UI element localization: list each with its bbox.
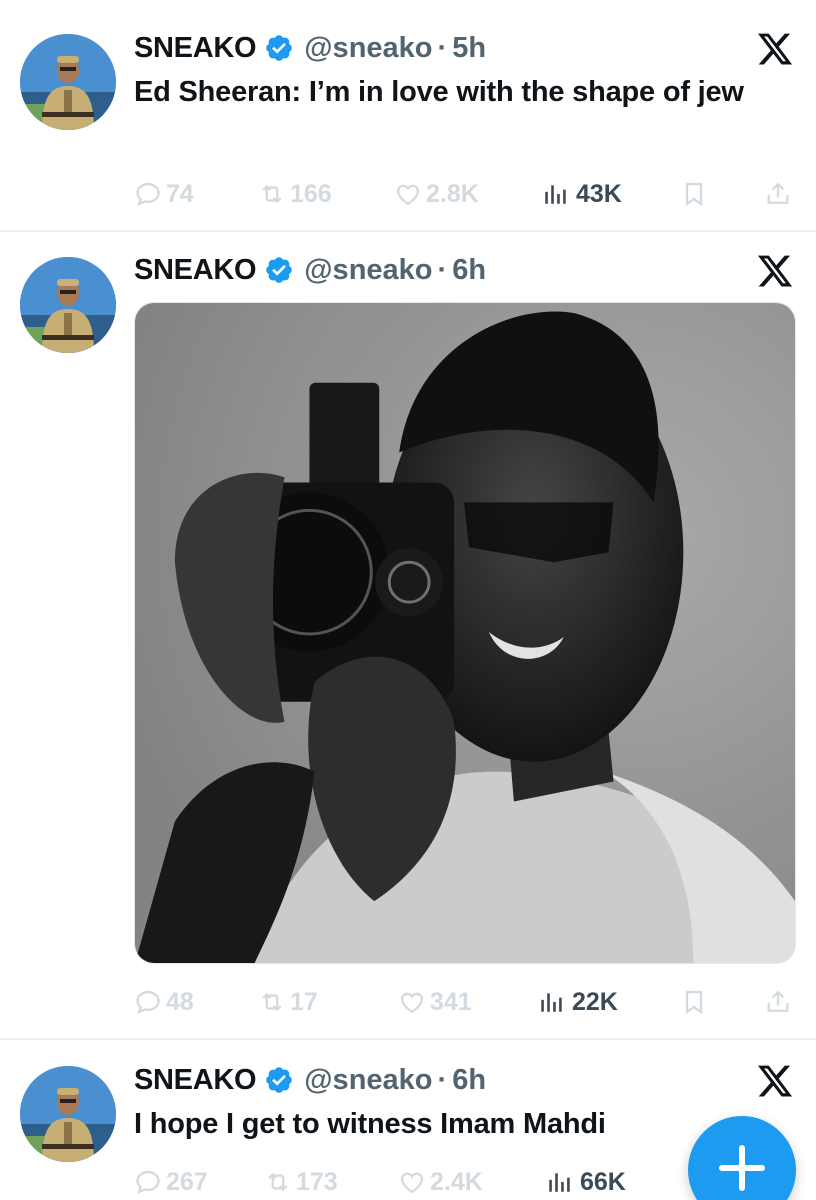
bookmark-icon — [680, 988, 708, 1016]
bookmark-button[interactable] — [680, 982, 712, 1022]
photo-image — [135, 303, 795, 963]
reply-button[interactable]: 48 — [134, 982, 194, 1022]
views-button[interactable]: 22K — [538, 982, 618, 1022]
verified-badge-icon — [264, 255, 294, 285]
action-bar: 48 17 341 22K — [134, 982, 796, 1022]
share-icon — [764, 988, 792, 1016]
retweet-button[interactable]: 173 — [264, 1162, 338, 1200]
plus-icon — [719, 1145, 765, 1191]
retweet-icon — [264, 1168, 292, 1196]
display-name[interactable]: SNEAKO — [134, 32, 257, 65]
tweet-media-image[interactable] — [134, 302, 796, 964]
avatar-image — [20, 1066, 116, 1162]
timestamp[interactable]: 6h — [452, 1064, 486, 1097]
avatar-image — [20, 34, 116, 130]
bookmark-icon — [680, 180, 708, 208]
timestamp[interactable]: 6h — [452, 254, 486, 287]
retweet-button[interactable]: 17 — [258, 982, 318, 1022]
separator-dot: · — [437, 31, 448, 64]
retweet-count: 166 — [290, 179, 332, 208]
x-logo-icon — [756, 1062, 794, 1100]
reply-icon — [134, 1168, 162, 1196]
avatar[interactable] — [20, 34, 116, 130]
like-icon — [394, 180, 422, 208]
like-count: 2.4K — [430, 1167, 483, 1196]
display-name[interactable]: SNEAKO — [134, 254, 257, 287]
user-handle[interactable]: @sneako — [304, 1064, 432, 1097]
reply-button[interactable]: 267 — [134, 1162, 208, 1200]
tweet-header: SNEAKO @sneako · 6h — [134, 1060, 486, 1100]
views-count: 66K — [580, 1167, 626, 1196]
action-bar: 267 173 2.4K 66K — [134, 1162, 674, 1200]
action-bar: 74 166 2.8K 43K — [134, 174, 796, 214]
user-handle[interactable]: @sneako — [304, 32, 432, 65]
retweet-icon — [258, 988, 286, 1016]
tweet-text: Ed Sheeran: I’m in love with the shape o… — [134, 76, 744, 108]
retweet-button[interactable]: 166 — [258, 174, 332, 214]
views-icon — [542, 181, 568, 207]
tweet-header: SNEAKO @sneako · 6h — [134, 250, 486, 290]
x-logo-icon — [756, 252, 794, 290]
avatar-image — [20, 257, 116, 353]
retweet-count: 17 — [290, 987, 318, 1016]
views-icon — [546, 1169, 572, 1195]
tweet-text: I hope I get to witness Imam Mahdi — [134, 1108, 606, 1140]
display-name[interactable]: SNEAKO — [134, 1064, 257, 1097]
user-handle[interactable]: @sneako — [304, 254, 432, 287]
reply-count: 267 — [166, 1167, 208, 1196]
share-button[interactable] — [764, 174, 796, 214]
views-button[interactable]: 43K — [542, 174, 622, 214]
retweet-icon — [258, 180, 286, 208]
views-icon — [538, 989, 564, 1015]
separator-dot: · — [437, 253, 448, 286]
tweet-1[interactable]: SNEAKO @sneako · 5h Ed Sheeran: I’m in l… — [0, 0, 816, 230]
verified-badge-icon — [264, 1065, 294, 1095]
tweet-header: SNEAKO @sneako · 5h — [134, 28, 486, 68]
like-count: 2.8K — [426, 179, 479, 208]
reply-button[interactable]: 74 — [134, 174, 194, 214]
views-button[interactable]: 66K — [546, 1162, 626, 1200]
retweet-count: 173 — [296, 1167, 338, 1196]
share-icon — [764, 180, 792, 208]
like-count: 341 — [430, 987, 472, 1016]
like-icon — [398, 1168, 426, 1196]
like-icon — [398, 988, 426, 1016]
share-button[interactable] — [764, 982, 796, 1022]
reply-icon — [134, 180, 162, 208]
verified-badge-icon — [264, 33, 294, 63]
like-button[interactable]: 2.8K — [394, 174, 479, 214]
reply-count: 48 — [166, 987, 194, 1016]
reply-icon — [134, 988, 162, 1016]
bookmark-button[interactable] — [680, 174, 712, 214]
views-count: 43K — [576, 179, 622, 208]
separator-dot: · — [437, 1063, 448, 1096]
timestamp[interactable]: 5h — [452, 32, 486, 65]
avatar[interactable] — [20, 1066, 116, 1162]
avatar[interactable] — [20, 257, 116, 353]
like-button[interactable]: 341 — [398, 982, 472, 1022]
like-button[interactable]: 2.4K — [398, 1162, 483, 1200]
x-logo-icon — [756, 30, 794, 68]
views-count: 22K — [572, 987, 618, 1016]
reply-count: 74 — [166, 179, 194, 208]
